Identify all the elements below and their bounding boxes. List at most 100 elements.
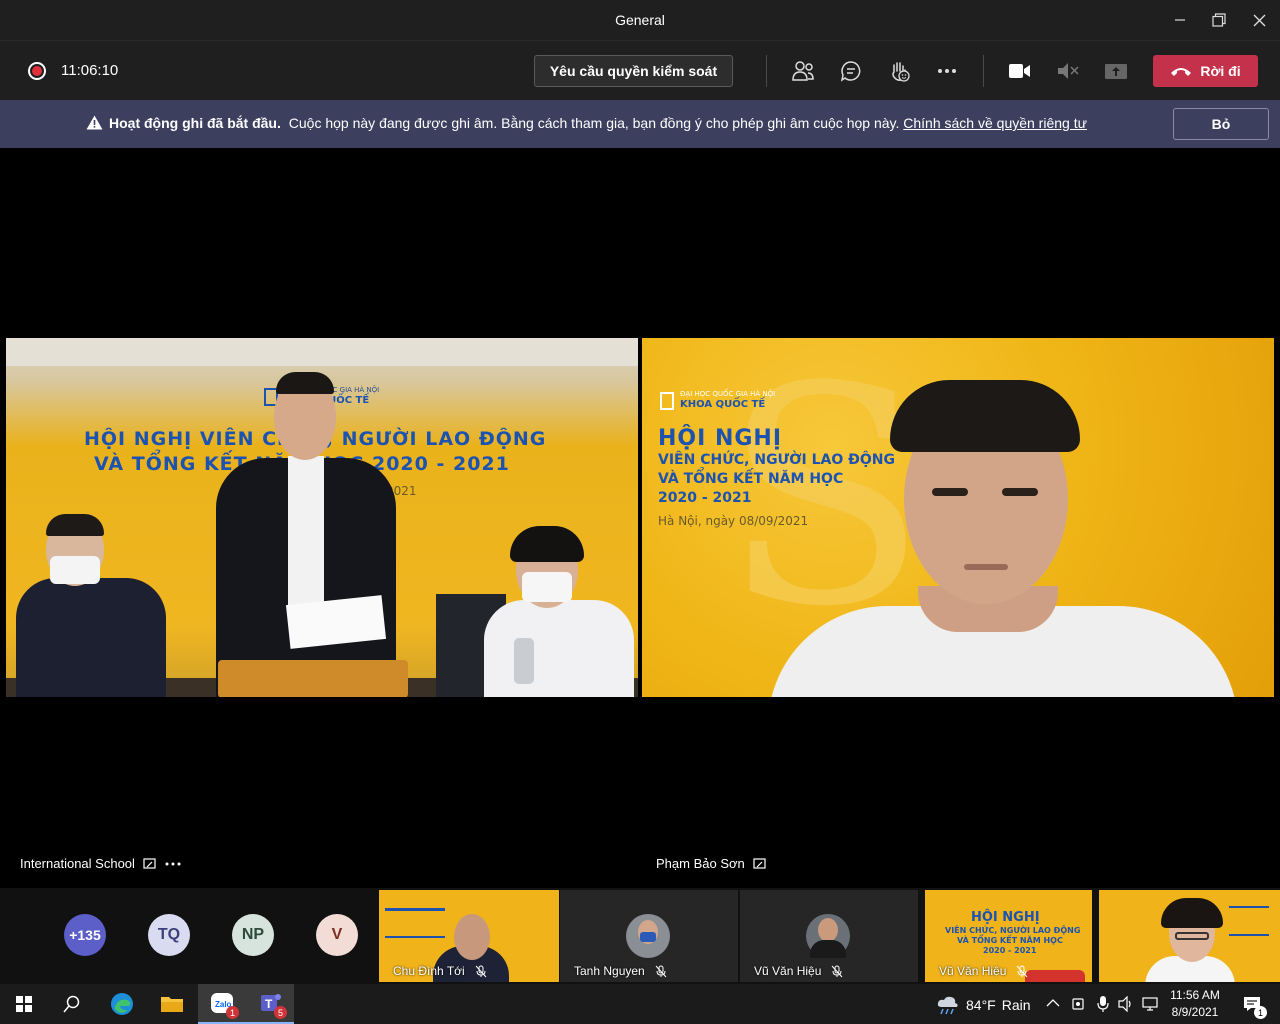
video-feed: ĐẠI HỌC QUỐC GIA HÀ NỘI KHOA QUỐC TẾ HỘI… [6,338,638,697]
close-icon [1253,14,1265,26]
share-tray-icon [1105,64,1127,79]
participants-button[interactable] [787,55,819,87]
banner-title: Hoạt động ghi đã bắt đầu. [109,115,281,131]
participant-thumbnail[interactable]: Tanh Nguyen [560,890,738,982]
presenter-eye-left [932,488,968,496]
notification-badge: 1 [1254,1006,1267,1019]
avatar[interactable]: NP [232,914,274,956]
video-tile-pham-bao-son[interactable]: S ĐẠI HỌC QUỐC GIA HÀ NỘI KHOA QUỐC TẾ H… [642,152,1274,883]
avatar[interactable]: TQ [148,914,190,956]
thumbnail-label: Tanh Nguyen [574,964,667,978]
tile-label: Phạm Bảo Sơn [656,856,767,871]
person-center-shirt [288,456,324,616]
person-left-mask [50,556,100,584]
reactions-button[interactable] [883,55,915,87]
weather-condition: Rain [1001,997,1031,1013]
video-tile-international-school[interactable]: ĐẠI HỌC QUỐC GIA HÀ NỘI KHOA QUỐC TẾ HỘI… [6,152,638,883]
zalo-taskbar-button[interactable]: Zalo 1 [198,984,246,1024]
close-window-button[interactable] [1239,0,1279,40]
warning-icon [86,115,103,130]
dismiss-button[interactable]: Bỏ [1173,108,1269,140]
window-titlebar: General [0,0,1280,40]
teams-badge: 5 [274,1006,287,1019]
file-explorer-button[interactable] [148,984,196,1024]
backdrop-heading: HỘI NGHỊ [658,426,783,451]
windows-logo-icon [16,996,32,1012]
share-button[interactable] [1100,55,1132,87]
restore-button[interactable] [1199,0,1239,40]
person-left-body [16,578,166,697]
volume-icon[interactable] [1118,996,1134,1012]
banner-text: Cuộc họp này đang được ghi âm. Bằng cách… [288,115,900,131]
avatar[interactable]: V [316,914,358,956]
backdrop-line3: 2020 - 2021 [658,490,752,506]
ceiling [6,338,638,366]
backdrop-text-block [385,908,445,938]
backdrop-line1: VIÊN CHỨC, NGƯỜI LAO ĐỘNG [658,452,895,468]
participant-thumbnail[interactable]: HỘI NGHỊ VIÊN CHỨC, NGƯỜI LAO ĐỘNG VÀ TỔ… [925,890,1092,982]
more-participants-avatar[interactable]: +135 [64,914,106,956]
toolbar-divider [983,55,984,87]
participant-name: Chu Đình Tới [393,964,465,978]
meeting-timer: 11:06:10 [61,62,119,79]
backdrop-logo: KHOA QUỐC TẾ [680,399,766,410]
participant-thumbnail[interactable]: Vũ Văn Hiệu [740,890,918,982]
participant-name: Phạm Bảo Sơn [656,856,745,871]
participant-name: Vũ Văn Hiệu [754,964,822,978]
backdrop-heading: HỘI NGHỊ [971,910,1040,925]
privacy-policy-link[interactable]: Chính sách về quyền riêng tư [903,115,1087,131]
tile-more-icon[interactable] [165,862,181,866]
teams-taskbar-button[interactable]: T 5 [246,984,294,1024]
participant-thumbnail[interactable] [1099,890,1280,982]
leave-label: Rời đi [1200,63,1241,79]
backdrop-line2: VÀ TỔNG KẾT NĂM HỌC [658,471,844,487]
people-icon [792,61,814,81]
person-hair [1161,898,1223,928]
backdrop-date: Hà Nội, ngày 08/09/2021 [658,514,809,528]
logo-icon [660,392,674,410]
search-button[interactable] [48,984,96,1024]
presenter-eye-right [1002,488,1038,496]
thumbnail-label: Vũ Văn Hiệu [939,964,1028,978]
video-feed: S ĐẠI HỌC QUỐC GIA HÀ NỘI KHOA QUỐC TẾ H… [642,338,1274,697]
clock-date: 8/9/2021 [1171,1005,1219,1019]
clock-time: 11:56 AM [1170,988,1220,1002]
action-center-button[interactable]: 1 [1232,984,1272,1024]
edge-browser-icon [111,993,133,1015]
toolbar-divider [766,55,767,87]
backdrop-logo-sub: ĐẠI HỌC QUỐC GIA HÀ NỘI [680,390,776,398]
flowers [1025,970,1085,982]
chevron-up-icon[interactable] [1046,998,1060,1008]
leave-button[interactable]: Rời đi [1153,55,1258,87]
meet-now-icon[interactable] [1072,996,1086,1012]
minimize-button[interactable] [1160,0,1200,40]
more-icon [938,69,956,73]
person-face [454,914,490,960]
chat-icon [840,61,861,82]
weather-widget[interactable]: 84°F Rain [936,995,1031,1015]
screen-share-icon [143,857,156,869]
backdrop-line2: VÀ TỔNG KẾT NĂM HỌC [957,936,1063,945]
minimize-icon [1175,19,1185,21]
mic-off-icon [1017,965,1028,977]
participant-thumbnail[interactable]: Chu Đình Tới [379,890,559,982]
meeting-toolbar: 11:06:10 Yêu cầu quyền kiểm soát Rời đi [0,40,1280,100]
system-clock[interactable]: 11:56 AM 8/9/2021 [1160,987,1230,1021]
edge-taskbar-button[interactable] [98,984,146,1024]
camera-button[interactable] [1004,55,1036,87]
mute-button[interactable] [1052,55,1084,87]
start-button[interactable] [0,984,48,1024]
network-icon[interactable] [1142,996,1158,1012]
chat-button[interactable] [835,55,867,87]
speaker-muted-icon [1058,63,1079,79]
presenter-mouth [964,564,1008,570]
request-control-button[interactable]: Yêu cầu quyền kiểm soát [534,55,733,87]
laptop [218,660,408,697]
microphone-icon[interactable] [1097,995,1109,1013]
recording-icon [28,62,46,80]
thumbnail-label: Vũ Văn Hiệu [754,964,843,978]
recording-banner: Hoạt động ghi đã bắt đầu. Cuộc họp này đ… [0,100,1280,148]
thermos [514,638,534,684]
participant-name: International School [20,856,135,871]
more-actions-button[interactable] [931,55,963,87]
